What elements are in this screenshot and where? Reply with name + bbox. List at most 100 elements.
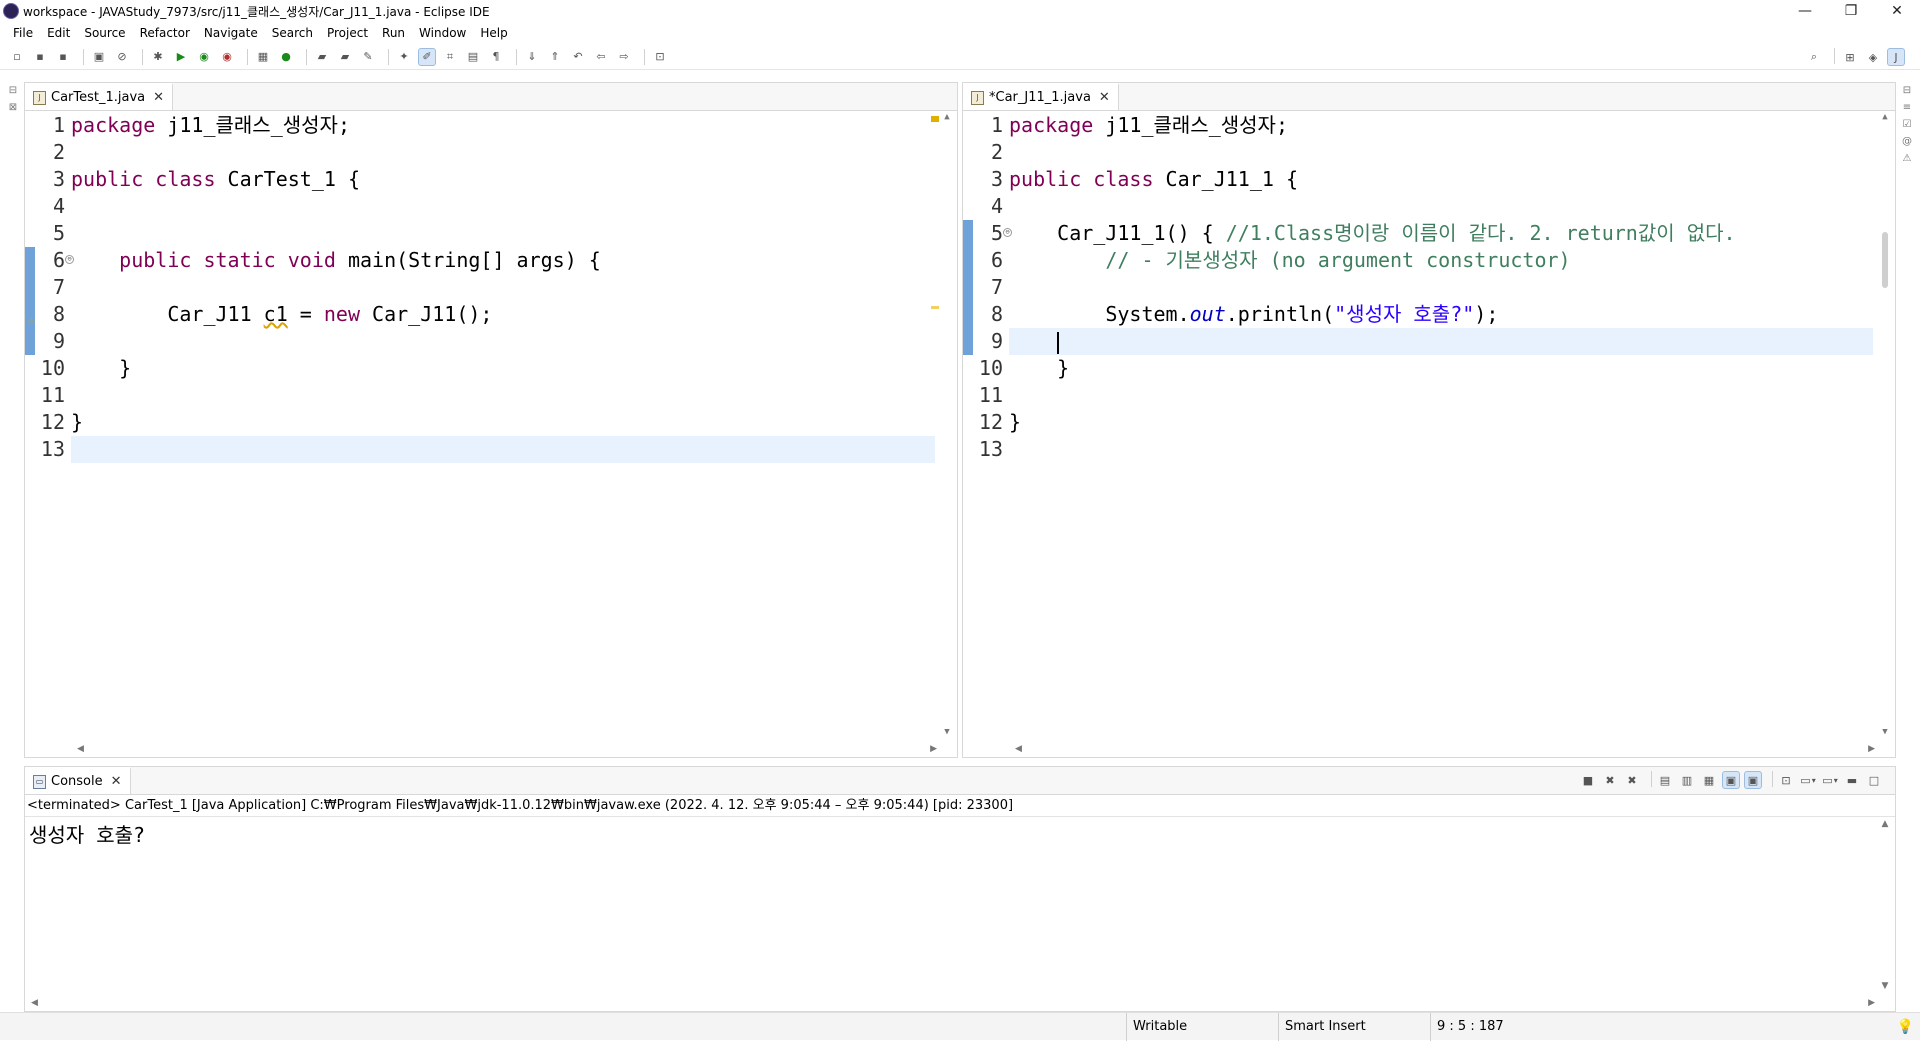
run-icon[interactable]: ▶ [172, 48, 190, 66]
restore-view-icon[interactable]: ⊟ [6, 83, 20, 97]
menu-project[interactable]: Project [320, 26, 375, 40]
unused-variable-warning[interactable]: c1 [264, 302, 288, 326]
open-console-icon[interactable]: ▭ ▾ [1821, 771, 1839, 789]
cursor-position-status[interactable]: 9 : 5 : 187 [1430, 1013, 1570, 1041]
menu-window[interactable]: Window [412, 26, 473, 40]
menu-run[interactable]: Run [375, 26, 412, 40]
save-icon[interactable]: ▪ [31, 48, 49, 66]
scroll-left-icon[interactable]: ◀ [77, 744, 84, 754]
menu-help[interactable]: Help [473, 26, 514, 40]
scroll-down-icon[interactable]: ▼ [941, 727, 953, 741]
menu-search[interactable]: Search [265, 26, 320, 40]
back-icon[interactable]: ⇦ [592, 48, 610, 66]
show-on-stderr-icon[interactable]: ▣ [1744, 771, 1762, 789]
search-icon[interactable]: ⌕ [1805, 48, 1823, 66]
scroll-right-icon[interactable]: ▶ [1868, 744, 1875, 754]
close-icon[interactable]: ✕ [1099, 90, 1110, 105]
remove-all-terminated-icon[interactable]: ✖ [1623, 771, 1641, 789]
show-whitespace-icon[interactable]: ¶ [487, 48, 505, 66]
scroll-down-icon[interactable]: ▼ [1879, 727, 1891, 741]
save-all-icon[interactable]: ▪ [54, 48, 72, 66]
scroll-left-icon[interactable]: ◀ [31, 998, 38, 1008]
console-output[interactable]: 생성자 호출? [25, 817, 1895, 850]
external-tools-icon[interactable]: ◉ [218, 48, 236, 66]
restore-view-icon[interactable]: ⊟ [1900, 83, 1914, 97]
next-annotation-icon[interactable]: ⇓ [523, 48, 541, 66]
highlight-icon[interactable]: ✐ [418, 47, 436, 66]
word-wrap-icon[interactable]: ▦ [1700, 771, 1718, 789]
horizontal-scrollbar[interactable]: ◀ ▶ [71, 741, 943, 757]
menu-refactor[interactable]: Refactor [133, 26, 197, 40]
menu-file[interactable]: File [6, 26, 40, 40]
remove-launch-icon[interactable]: ✖ [1601, 771, 1619, 789]
close-icon[interactable]: ✕ [153, 90, 164, 105]
toolbar-separator [142, 48, 143, 65]
outline-icon[interactable]: ≡ [1900, 100, 1914, 114]
code-text: ); [1474, 302, 1499, 326]
scroll-right-icon[interactable]: ▶ [1868, 998, 1875, 1008]
task-list-icon[interactable]: ☑ [1900, 117, 1914, 131]
close-icon[interactable]: ✕ [111, 774, 122, 789]
clear-console-icon[interactable]: ▤ [1656, 771, 1674, 789]
occurrence-marker[interactable] [931, 306, 939, 309]
vertical-scrollbar[interactable]: ▲ ▼ [941, 112, 953, 741]
skip-breakpoints-icon[interactable]: ⊘ [113, 48, 131, 66]
vertical-scrollbar[interactable]: ▲ ▼ [1879, 112, 1891, 741]
last-edit-icon[interactable]: ↶ [569, 48, 587, 66]
pin-editor-icon[interactable]: ⊡ [651, 48, 669, 66]
terminate-icon[interactable]: ■ [1579, 771, 1597, 789]
block-selection-icon[interactable]: ⌗ [441, 48, 459, 66]
scroll-left-icon[interactable]: ◀ [1015, 744, 1022, 754]
menu-navigate[interactable]: Navigate [197, 26, 265, 40]
menu-edit[interactable]: Edit [40, 26, 77, 40]
insert-mode-status[interactable]: Smart Insert [1278, 1013, 1428, 1041]
package-explorer-icon[interactable]: ⊠ [6, 100, 20, 114]
tab-car-j11-1[interactable]: J *Car_J11_1.java ✕ [963, 83, 1119, 110]
new-class-icon[interactable]: ● [277, 48, 295, 66]
scroll-right-icon[interactable]: ▶ [930, 744, 937, 754]
minimize-view-icon[interactable]: ▬ [1843, 771, 1861, 789]
scroll-up-icon[interactable]: ▲ [1879, 112, 1891, 126]
code-editor[interactable]: 1 2 3 4 5 6 ⊖ 7 ⚠ 8 9 10 11 12 13 package … [25, 112, 957, 741]
new-icon[interactable]: ▫ [8, 48, 26, 66]
scroll-up-icon[interactable]: ▲ [941, 112, 953, 126]
horizontal-scrollbar[interactable]: ◀ ▶ [1009, 741, 1881, 757]
scroll-down-icon[interactable]: ▼ [1879, 981, 1891, 995]
annotation-icon[interactable]: @ [1900, 134, 1914, 148]
maximize-view-icon[interactable]: □ [1865, 771, 1883, 789]
restore-button[interactable]: ❐ [1828, 0, 1874, 22]
toolbar-separator [1772, 771, 1773, 787]
tab-cartest[interactable]: J CarTest_1.java ✕ [25, 83, 174, 110]
java-ee-perspective-icon[interactable]: ◈ [1864, 48, 1882, 66]
minimize-button[interactable]: — [1782, 0, 1828, 22]
coverage-icon[interactable]: ◉ [195, 48, 213, 66]
previous-annotation-icon[interactable]: ⇑ [546, 48, 564, 66]
toggle-mark-occurrences-icon[interactable]: ✦ [395, 48, 413, 66]
vertical-scrollbar[interactable]: ▲ ▼ [1879, 819, 1891, 995]
pin-console-icon[interactable]: ⊡ [1777, 771, 1795, 789]
scroll-thumb[interactable] [1882, 232, 1888, 288]
lightbulb-icon[interactable]: 💡 [1897, 1019, 1914, 1035]
tab-console[interactable]: ▭ Console ✕ [25, 767, 131, 794]
open-perspective-icon[interactable]: ⊞ [1841, 48, 1859, 66]
close-button[interactable]: ✕ [1874, 0, 1920, 22]
menu-source[interactable]: Source [77, 26, 132, 40]
warning-icon[interactable]: ⚠ [25, 307, 35, 327]
scroll-up-icon[interactable]: ▲ [1879, 819, 1891, 833]
display-selected-console-icon[interactable]: ▭ ▾ [1799, 771, 1817, 789]
forward-icon[interactable]: ⇨ [615, 48, 633, 66]
word-wrap-icon[interactable]: ▤ [464, 48, 482, 66]
java-perspective-icon[interactable]: J [1887, 48, 1905, 66]
warning-marker[interactable] [931, 116, 939, 122]
new-java-project-icon[interactable]: ▦ [254, 48, 272, 66]
debug-icon[interactable]: ✱ [149, 48, 167, 66]
code-editor[interactable]: 1 2 3 4 5 ⊖ 6 7 8 9 10 11 12 13 package j… [963, 112, 1895, 741]
problems-icon[interactable]: ⚠ [1900, 151, 1914, 165]
show-on-stdout-icon[interactable]: ▣ [1722, 771, 1740, 789]
scroll-lock-icon[interactable]: ▥ [1678, 771, 1696, 789]
terminal-icon[interactable]: ▣ [90, 48, 108, 66]
open-type-icon[interactable]: ▰ [313, 48, 331, 66]
horizontal-scrollbar[interactable]: ◀ ▶ [25, 995, 1881, 1011]
search-tool-icon[interactable]: ✎ [359, 48, 377, 66]
open-folder-icon[interactable]: ▰ [336, 48, 354, 66]
